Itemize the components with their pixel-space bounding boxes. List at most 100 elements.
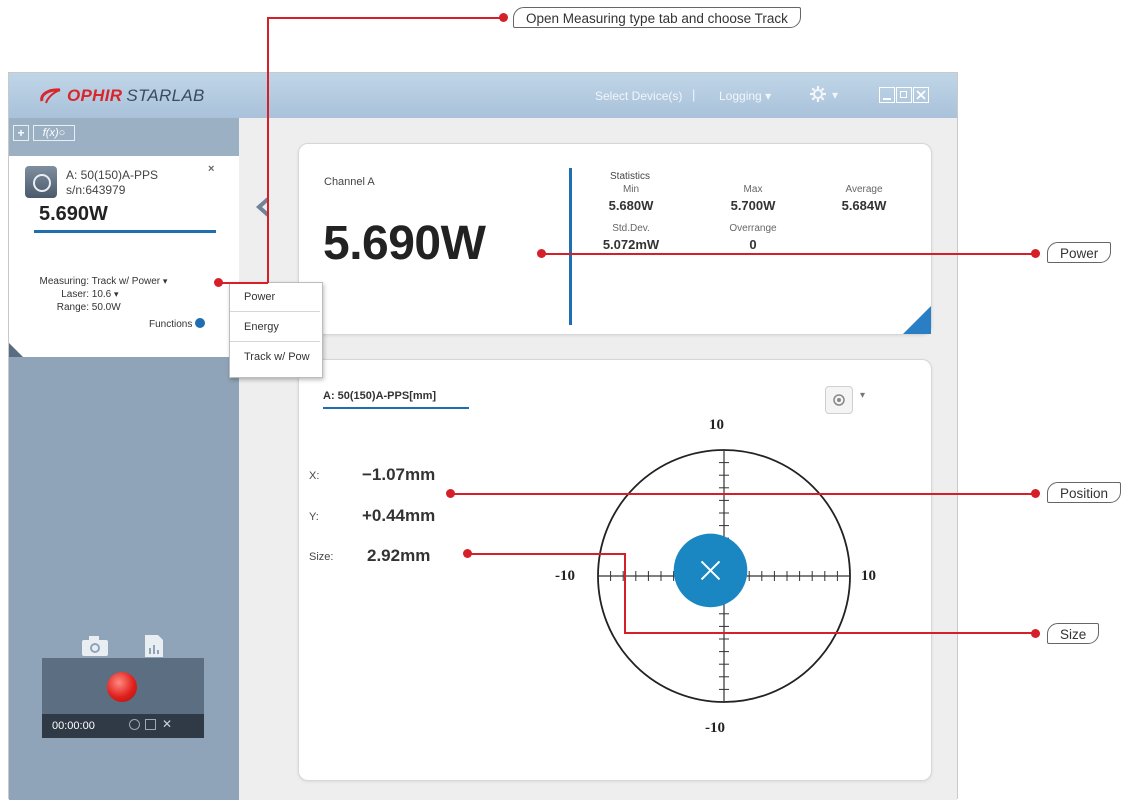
recorder-strip: 00:00:00 ✕ [42,714,204,738]
sensor-icon [25,166,57,198]
menu-item-energy[interactable]: Energy [230,313,320,342]
callout-dot [214,278,223,287]
logo-swoosh-icon [40,88,61,104]
callout-size: Size [1047,623,1100,644]
chevron-down-icon: ▾ [765,89,772,103]
close-device-icon[interactable]: × [208,163,214,175]
callout-dot [1031,629,1040,638]
stat-average-value: 5.684W [841,198,887,213]
app-window: OPHIR STARLAB Select Device(s) | Logging… [8,72,958,800]
axis-right-label: 10 [861,568,876,584]
device-reading: 5.690W [39,203,108,225]
app-logo: OPHIR STARLAB [39,86,205,106]
gear-icon[interactable] [809,85,827,108]
left-panel: + f(x)○ A: 50(150)A-PPS s/n:643979 × 5.6… [9,118,242,800]
close-window-button[interactable] [913,87,929,103]
axis-bottom-label: -10 [705,720,725,736]
maximize-button[interactable] [896,87,912,103]
record-settings-icon[interactable] [129,719,140,730]
menu-item-power[interactable]: Power [230,283,320,312]
axis-top-label: 10 [709,417,724,433]
channel-label: Channel A [324,176,375,188]
function-label: f(x) [42,127,59,139]
stat-stddev-label: Std.Dev. [612,223,650,234]
measuring-value[interactable]: Track w/ Power [92,276,161,287]
callout-line [467,553,625,555]
range-row[interactable]: Range: 50.0W [9,302,121,313]
callout-dot [537,249,546,258]
callout-dot [1031,249,1040,258]
callout-measuring: Open Measuring type tab and choose Track [513,7,801,28]
menu-item-track[interactable]: Track w/ Pow [230,343,320,372]
measuring-row[interactable]: Measuring: Track w/ Power ▾ [9,276,168,287]
laser-chevron-icon[interactable]: ▾ [114,289,119,299]
logo-product: STARLAB [126,86,205,105]
stat-max-value: 5.700W [730,198,776,213]
position-target-plot [597,449,851,703]
callout-dot [1031,489,1040,498]
stat-stddev-value: 5.072mW [602,237,660,252]
functions-link[interactable]: Functions [149,318,206,330]
close-icon [916,90,926,100]
device-name: A: 50(150)A-PPS [66,168,159,182]
gear-chevron-icon[interactable]: ▾ [832,88,838,102]
range-label: Range: [56,302,89,313]
add-device-button[interactable]: + [13,125,29,141]
laser-row[interactable]: Laser: 10.6 ▾ [9,289,119,300]
y-label: Y: [309,511,319,523]
title-bar: OPHIR STARLAB Select Device(s) | Logging… [9,73,957,118]
stat-min-label: Min [622,184,640,195]
device-card[interactable]: A: 50(150)A-PPS s/n:643979 × 5.690W Meas… [9,156,242,357]
measuring-label: Measuring: [39,276,89,287]
callout-line [267,17,269,283]
measuring-type-menu: Power Energy Track w/ Pow [229,282,323,378]
recording-time: 00:00:00 [52,720,95,732]
callout-dot [499,13,508,22]
math-function-button[interactable]: f(x)○ [33,125,75,141]
record-button[interactable] [107,672,137,702]
logging-menu[interactable]: Logging ▾ [719,89,771,103]
device-reading-bar [34,230,216,233]
laser-value[interactable]: 10.6 [92,289,111,300]
functions-label: Functions [149,319,193,330]
range-value[interactable]: 50.0W [92,302,121,313]
callout-line [450,493,1035,495]
stats-divider [569,168,572,325]
functions-arrow-icon[interactable] [195,318,206,328]
record-tools-icon[interactable]: ✕ [162,717,172,731]
x-value: −1.07mm [362,465,436,484]
callout-line [624,632,1035,634]
stat-min-value: 5.680W [608,198,654,213]
stat-overrange-label: Overrange [729,223,777,234]
device-toolstrip: + f(x)○ [9,118,239,156]
measuring-chevron-icon[interactable]: ▾ [163,276,168,286]
position-title-underline [323,407,469,409]
record-file-icon[interactable] [145,719,156,730]
card-corner-icon [9,343,23,357]
size-label: Size: [309,551,334,563]
callout-dot [446,489,455,498]
function-toggle-icon: ○ [58,127,66,139]
expand-corner-icon[interactable] [903,306,931,334]
size-value: 2.92mm [367,546,431,565]
logging-label: Logging [719,89,762,103]
callout-dot [463,549,472,558]
logo-brand: OPHIR [67,86,123,105]
minimize-button[interactable] [879,87,895,103]
callout-line [220,282,268,284]
callout-power: Power [1047,242,1112,263]
display-settings-button[interactable] [825,386,853,414]
callout-line [624,553,626,634]
main-power-reading: 5.690W [323,217,486,270]
select-devices-link[interactable]: Select Device(s) [595,89,682,103]
stat-max-label: Max [743,184,763,195]
callout-line [267,17,506,19]
stat-overrange-value: 0 [749,237,757,252]
display-settings-chevron-icon[interactable]: ▾ [860,390,865,401]
title-separator: | [692,87,696,102]
recorder-panel: 00:00:00 ✕ [42,658,204,738]
position-title[interactable]: A: 50(150)A-PPS[mm] [323,390,436,402]
device-serial: s/n:643979 [66,183,126,197]
position-card: A: 50(150)A-PPS[mm] X: −1.07mm Y: +0.44m… [298,359,932,781]
laser-label: Laser: [61,289,89,300]
